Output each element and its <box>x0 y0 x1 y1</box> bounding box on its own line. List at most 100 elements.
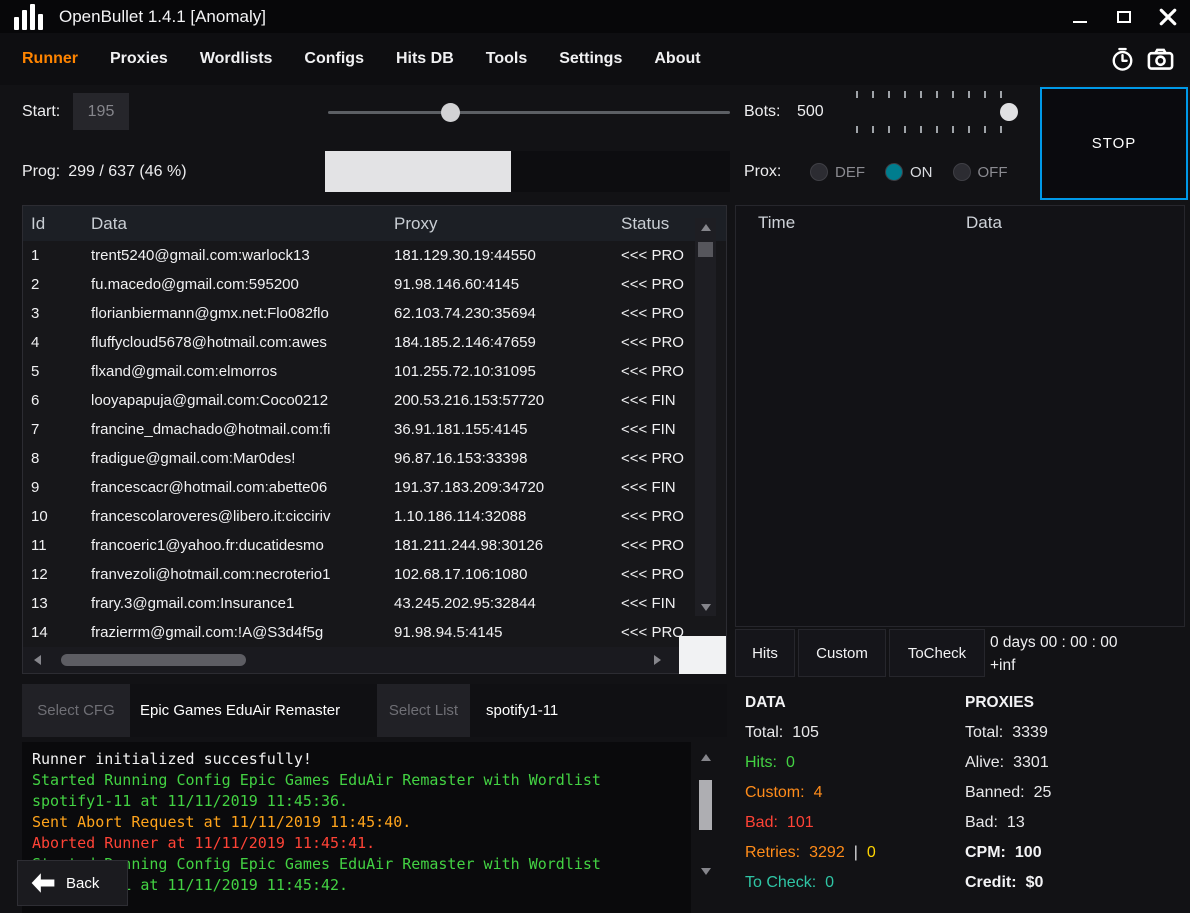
stat-value: $0 <box>1026 874 1044 892</box>
table-row[interactable]: 8 fradigue@gmail.com:Mar0des! 96.87.16.1… <box>23 444 694 473</box>
close-icon <box>1159 8 1177 26</box>
table-row[interactable]: 14 frazierrm@gmail.com:!A@S3d4f5g 91.98.… <box>23 618 694 647</box>
timer-icon[interactable] <box>1110 47 1135 72</box>
stat-value: 105 <box>792 724 819 742</box>
bots-slider-thumb[interactable] <box>1000 103 1018 121</box>
menu-item[interactable]: Wordlists <box>200 50 273 68</box>
column-header[interactable]: Id <box>31 214 91 234</box>
table-vertical-scrollbar[interactable] <box>695 218 716 616</box>
radio-dot[interactable] <box>810 163 828 181</box>
menu-item[interactable]: Configs <box>304 50 364 68</box>
stat-label: Retries: <box>745 844 800 862</box>
start-input[interactable]: 195 <box>73 93 129 130</box>
menu-item[interactable]: About <box>654 50 700 68</box>
scroll-up-button[interactable] <box>695 218 716 236</box>
menu-item[interactable]: Tools <box>486 50 527 68</box>
column-header[interactable]: Status <box>621 214 695 234</box>
select-list-button[interactable]: Select List <box>377 684 470 737</box>
radio-dot[interactable] <box>953 163 971 181</box>
table-row[interactable]: 1 trent5240@gmail.com:warlock13 181.129.… <box>23 241 694 270</box>
table-row[interactable]: 3 florianbiermann@gmx.net:Flo082flo 62.1… <box>23 299 694 328</box>
radio-dot[interactable] <box>885 163 903 181</box>
arrow-up-icon <box>701 224 711 231</box>
bots-slider[interactable] <box>848 88 1020 136</box>
cell-status: <<< PRO <box>621 363 693 380</box>
log-scroll-down-button[interactable] <box>699 864 712 878</box>
table-row[interactable]: 7 francine_dmachado@hotmail.com:fi 36.91… <box>23 415 694 444</box>
log-scroll-up-button[interactable] <box>699 750 712 764</box>
menu-icons <box>1110 47 1174 72</box>
scroll-corner <box>679 636 726 674</box>
select-config-button[interactable]: Select CFG <box>22 684 130 737</box>
proxy-mode-radio[interactable]: ON <box>885 163 933 181</box>
log-scroll-thumb[interactable] <box>699 780 712 830</box>
cell-id: 14 <box>31 624 91 641</box>
stat-label: Custom: <box>745 784 805 802</box>
log-scrollbar[interactable] <box>697 742 714 913</box>
window-controls <box>1058 0 1190 33</box>
minimize-button[interactable] <box>1058 0 1102 33</box>
proxy-mode-radio[interactable]: DEF <box>810 163 865 181</box>
back-button[interactable]: Back <box>17 860 128 906</box>
table-row[interactable]: 6 looyapapuja@gmail.com:Coco0212 200.53.… <box>23 386 694 415</box>
menu-item[interactable]: Proxies <box>110 50 168 68</box>
hits-tab[interactable]: ToCheck <box>889 629 985 677</box>
stat-value: 3292 <box>809 844 845 862</box>
table-horizontal-scrollbar[interactable] <box>23 647 726 673</box>
close-button[interactable] <box>1146 0 1190 33</box>
table-row[interactable]: 2 fu.macedo@gmail.com:595200 91.98.146.6… <box>23 270 694 299</box>
screenshot-camera-icon[interactable] <box>1147 47 1174 71</box>
hits-tab[interactable]: Hits <box>735 629 795 677</box>
slider-ticks <box>856 91 1012 98</box>
horizontal-scroll-thumb[interactable] <box>61 654 246 666</box>
cell-proxy: 191.37.183.209:34720 <box>394 479 621 496</box>
scroll-down-button[interactable] <box>695 598 716 616</box>
stat-value: 4 <box>814 784 823 802</box>
table-row[interactable]: 4 fluffycloud5678@hotmail.com:awes 184.1… <box>23 328 694 357</box>
proxy-mode-radio[interactable]: OFF <box>953 163 1008 181</box>
radio-label: OFF <box>978 164 1008 181</box>
table-row[interactable]: 12 franvezoli@hotmail.com:necroterio1 10… <box>23 560 694 589</box>
hits-tab[interactable]: Custom <box>798 629 886 677</box>
table-row[interactable]: 11 francoeric1@yahoo.fr:ducatidesmo 181.… <box>23 531 694 560</box>
menu-item[interactable]: Hits DB <box>396 50 454 68</box>
cell-id: 9 <box>31 479 91 496</box>
cell-data: flxand@gmail.com:elmorros <box>91 363 394 380</box>
stat-label: Alive: <box>965 754 1004 772</box>
cell-id: 5 <box>31 363 91 380</box>
cell-proxy: 91.98.94.5:4145 <box>394 624 621 641</box>
menu-item[interactable]: Runner <box>22 50 78 68</box>
slider-thumb[interactable] <box>441 103 460 122</box>
hits-column-time[interactable]: Time <box>758 213 795 233</box>
table-row[interactable]: 5 flxand@gmail.com:elmorros 101.255.72.1… <box>23 357 694 386</box>
cell-proxy: 91.98.146.60:4145 <box>394 276 621 293</box>
start-label: Start: <box>22 103 60 121</box>
cell-proxy: 102.68.17.106:1080 <box>394 566 621 583</box>
column-header[interactable]: Data <box>91 214 394 234</box>
cell-status: <<< PRO <box>621 305 693 322</box>
table-row[interactable]: 13 frary.3@gmail.com:Insurance1 43.245.2… <box>23 589 694 618</box>
cell-status: <<< PRO <box>621 537 693 554</box>
stop-button[interactable]: STOP <box>1040 87 1188 200</box>
cell-id: 6 <box>31 392 91 409</box>
cell-proxy: 181.211.244.98:30126 <box>394 537 621 554</box>
stat-row: Hits: 0 <box>745 748 876 778</box>
table-row[interactable]: 10 francescolaroveres@libero.it:cicciriv… <box>23 502 694 531</box>
table-row[interactable]: 9 francescacr@hotmail.com:abette06 191.3… <box>23 473 694 502</box>
vertical-scroll-thumb[interactable] <box>698 242 713 257</box>
timer-elapsed: 0 days 00 : 00 : 00 <box>990 631 1118 654</box>
maximize-button[interactable] <box>1102 0 1146 33</box>
title-bar: OpenBullet 1.4.1 [Anomaly] <box>0 0 1190 33</box>
wordlist-position-slider[interactable] <box>328 98 730 126</box>
cell-data: fu.macedo@gmail.com:595200 <box>91 276 394 293</box>
menu-item[interactable]: Settings <box>559 50 622 68</box>
scroll-right-button[interactable] <box>645 647 669 673</box>
cell-status: <<< PRO <box>621 276 693 293</box>
arrow-left-icon <box>34 655 41 665</box>
scroll-left-button[interactable] <box>25 647 49 673</box>
hits-column-data[interactable]: Data <box>966 213 1002 233</box>
hits-panel: Time Data <box>735 205 1185 627</box>
cell-status: <<< PRO <box>621 334 693 351</box>
column-header[interactable]: Proxy <box>394 214 621 234</box>
timer-remaining: +inf <box>990 654 1118 677</box>
